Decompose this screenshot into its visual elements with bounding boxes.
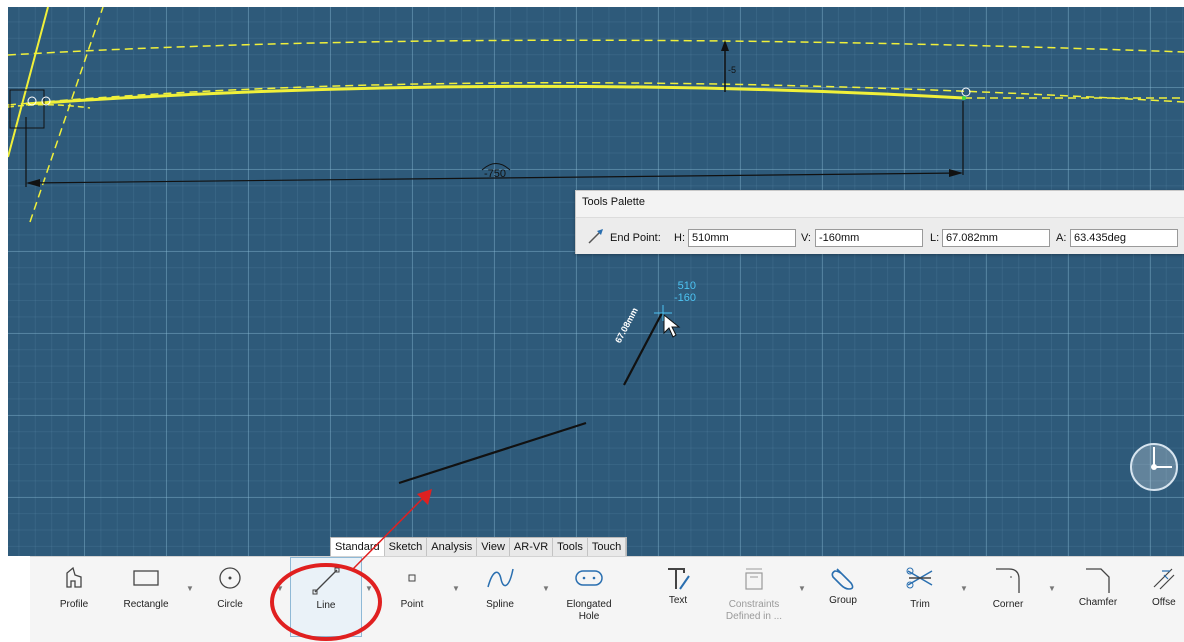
constraints-label-line2: Defined in ...: [725, 611, 783, 622]
cursor-icon: [663, 313, 681, 338]
chamfer-button[interactable]: Chamfer: [1070, 557, 1126, 635]
profile-icon: [66, 566, 82, 588]
dimension-value[interactable]: -750: [484, 168, 506, 180]
group-icon: [831, 568, 854, 590]
cursor-v-value: -160: [674, 292, 697, 304]
trim-icon: [906, 567, 933, 589]
point-button[interactable]: Point: [390, 557, 434, 635]
h-label: H:: [674, 232, 685, 244]
text-button[interactable]: Text: [656, 557, 700, 635]
elongated-hole-label-line1: Elongated: [566, 599, 612, 610]
main-curve: [25, 84, 965, 106]
offset-curve-upper: [8, 39, 1184, 56]
constraints-button[interactable]: Constraints Defined in ...: [714, 557, 794, 635]
h-input[interactable]: [688, 229, 796, 247]
corner-dropdown[interactable]: ▼: [1048, 584, 1056, 593]
tab-standard[interactable]: Standard: [331, 538, 385, 558]
line-label: Line: [316, 600, 336, 611]
constraints-dropdown[interactable]: ▼: [798, 584, 806, 593]
elongated-hole-icon: [575, 570, 603, 586]
text-label: Text: [668, 595, 688, 606]
offset-button[interactable]: Offse: [1144, 557, 1184, 635]
a-label: A:: [1056, 232, 1067, 244]
trim-dropdown[interactable]: ▼: [960, 584, 968, 593]
chamfer-icon: [1086, 568, 1110, 593]
v-input[interactable]: [815, 229, 923, 247]
corner-label: Corner: [992, 599, 1024, 610]
end-point-label: End Point:: [610, 232, 661, 244]
cursor-h-value: 510: [677, 280, 697, 292]
constraints-label: Constraints Defined in ...: [714, 599, 794, 623]
tools-palette-row: End Point: H: V: L: A:: [576, 217, 1184, 254]
rectangle-dropdown[interactable]: ▼: [186, 584, 194, 593]
constraints-label-line1: Constraints: [728, 599, 780, 610]
rectangle-label: Rectangle: [123, 599, 169, 610]
tab-touch[interactable]: Touch: [588, 538, 627, 558]
elongated-hole-button[interactable]: Elongated Hole: [556, 557, 622, 635]
l-label: L:: [930, 232, 940, 244]
rectangle-icon: [133, 570, 159, 586]
tab-sketch[interactable]: Sketch: [385, 538, 428, 558]
rectangle-button[interactable]: Rectangle: [114, 557, 178, 635]
trim-button[interactable]: Trim: [896, 557, 944, 635]
compass-icon: [1130, 443, 1178, 491]
group-button[interactable]: Group: [820, 557, 866, 635]
corner-button[interactable]: Corner: [980, 557, 1036, 635]
tab-view[interactable]: View: [477, 538, 510, 558]
trim-label: Trim: [910, 599, 930, 610]
tools-palette-title: Tools Palette: [582, 196, 645, 208]
sketch-canvas[interactable]: -750 -5: [8, 7, 1184, 556]
spline-dropdown[interactable]: ▼: [542, 584, 550, 593]
profile-button[interactable]: Profile: [50, 557, 98, 635]
endpoint-marker: [961, 87, 971, 97]
point-icon: [408, 574, 416, 582]
tools-palette: Tools Palette End Point: H: V: L: A:: [575, 190, 1184, 254]
sketch-line-existing: [398, 421, 587, 485]
circle-label: Circle: [217, 599, 243, 610]
text-icon: [668, 568, 690, 590]
l-input[interactable]: [942, 229, 1050, 247]
point-dropdown[interactable]: ▼: [452, 584, 460, 593]
point-label: Point: [400, 599, 424, 610]
end-point-icon: [588, 229, 603, 244]
tab-analysis[interactable]: Analysis: [427, 538, 478, 558]
toolbar-tabs: Standard Sketch Analysis View AR-VR Tool…: [330, 537, 628, 558]
line-icon: [312, 567, 340, 595]
elongated-hole-label: Elongated Hole: [556, 599, 622, 623]
group-label: Group: [829, 595, 857, 606]
offset-icon: [1153, 568, 1175, 590]
profile-label: Profile: [59, 599, 89, 610]
line-button[interactable]: Line: [290, 557, 362, 637]
cursor-coordinates: 510 -160: [674, 280, 696, 304]
small-dimension-value[interactable]: -5: [728, 65, 736, 75]
offset-label: Offse: [1152, 597, 1176, 608]
a-input[interactable]: [1070, 229, 1178, 247]
elongated-hole-label-line2: Hole: [578, 611, 600, 622]
constraints-icon: [745, 568, 763, 590]
circle-button[interactable]: Circle: [206, 557, 254, 635]
sketch-toolbar: Profile Rectangle ▼ Circle ▼ Line ▼ Poin…: [30, 556, 1184, 642]
v-label: V:: [801, 232, 811, 244]
corner-icon: [996, 568, 1020, 593]
spline-button[interactable]: Spline: [476, 557, 524, 635]
tab-ar-vr[interactable]: AR-VR: [510, 538, 554, 558]
left-slant-dashed: [29, 7, 104, 223]
circle-dropdown[interactable]: ▼: [276, 584, 284, 593]
circle-icon: [219, 567, 241, 589]
tab-tools[interactable]: Tools: [553, 538, 588, 558]
line-dropdown[interactable]: ▼: [365, 584, 373, 593]
left-slant-line: [8, 7, 49, 158]
spline-icon: [487, 568, 514, 588]
spline-label: Spline: [486, 599, 514, 610]
chamfer-label: Chamfer: [1078, 597, 1118, 608]
sketch-geometry: [8, 7, 1184, 491]
